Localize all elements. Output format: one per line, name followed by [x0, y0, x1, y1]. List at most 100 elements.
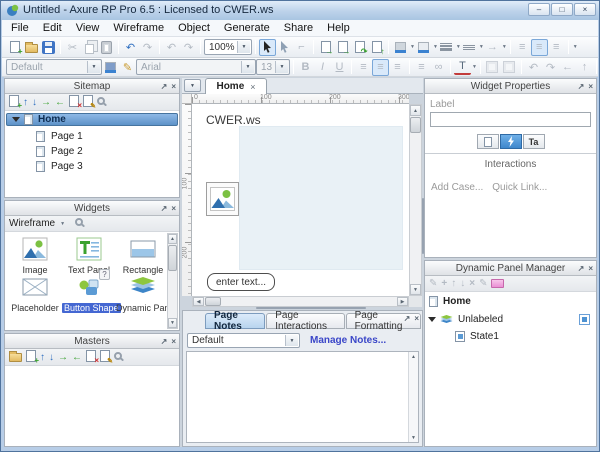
interactions-tab-icon[interactable] [500, 134, 522, 149]
edit-master-icon[interactable]: ✎ [100, 350, 110, 365]
font-size-caret-icon[interactable]: ▼ [275, 61, 288, 73]
sitemap-popout-icon[interactable]: ↗ [161, 82, 168, 91]
notes-popout-icon[interactable]: ↗ [404, 314, 411, 323]
properties-popout-icon[interactable]: ↗ [578, 82, 585, 91]
zoom-out-icon[interactable] [501, 59, 518, 76]
indent-page-icon[interactable]: → [41, 97, 51, 108]
font-select[interactable]: Arial ▼ [136, 59, 256, 75]
scroll-left-icon[interactable]: ◀ [193, 297, 204, 306]
notes-scrollbar[interactable]: ▲ ▼ [408, 352, 418, 442]
move-master-down-icon[interactable]: ↓ [49, 352, 54, 363]
scrollbar-thumb[interactable] [205, 297, 221, 306]
sitemap-item-page3[interactable]: Page 3 [5, 160, 179, 173]
masters-close-icon[interactable]: × [171, 337, 176, 346]
dpm-edit-icon[interactable]: ✎ [429, 278, 437, 289]
canvas-hscrollbar[interactable]: ◀ ▶ [192, 296, 409, 307]
generate-specification-icon[interactable]: → [334, 39, 351, 56]
page-notes-textarea[interactable]: ▲ ▼ [186, 351, 419, 443]
z-order-middle-icon[interactable]: ≡ [531, 39, 548, 56]
dpm-rename-icon[interactable]: ✎ [479, 278, 487, 289]
style-caret-icon[interactable]: ▼ [87, 61, 100, 73]
italic-icon[interactable]: I [314, 59, 331, 76]
sitemap-close-icon[interactable]: × [171, 82, 176, 91]
z-order-back-icon[interactable]: ≡ [548, 39, 565, 56]
scroll-up-icon[interactable]: ▲ [409, 352, 418, 361]
horizontal-splitter[interactable] [256, 307, 366, 309]
design-canvas[interactable]: CWER.ws enter text... [192, 104, 409, 296]
widgets-popout-icon[interactable]: ↗ [161, 204, 168, 213]
paste-icon[interactable] [98, 39, 115, 56]
minimize-all-panels-icon[interactable] [491, 279, 504, 288]
style-select[interactable]: Default ▼ [6, 59, 102, 75]
menu-view[interactable]: View [69, 20, 107, 36]
delete-master-icon[interactable]: × [86, 350, 96, 365]
dpm-add-state-icon[interactable]: + [441, 278, 447, 289]
dpm-item-home[interactable]: Home [425, 295, 596, 308]
canvas-dynamic-panel[interactable] [239, 126, 403, 270]
cut-icon[interactable]: ✂ [64, 39, 81, 56]
widgets-scrollbar[interactable]: ▲ ▼ [167, 233, 178, 329]
widget-item-image[interactable]: Image [8, 237, 62, 276]
scroll-up-icon[interactable]: ▲ [410, 105, 421, 116]
delete-page-icon[interactable]: × [69, 95, 79, 110]
outdent-page-icon[interactable]: ← [55, 97, 65, 108]
scrollbar-thumb[interactable] [410, 117, 421, 133]
scroll-up-icon[interactable]: ▲ [168, 234, 177, 244]
bold-icon[interactable]: B [297, 59, 314, 76]
zoom-caret-icon[interactable]: ▼ [237, 41, 250, 53]
add-page-icon[interactable]: + [9, 95, 19, 110]
ungroup-icon[interactable]: ↷ [180, 39, 197, 56]
dpm-item-unlabeled[interactable]: Unlabeled [425, 312, 596, 327]
zoom-in-icon[interactable] [484, 59, 501, 76]
tab-list-dropdown-icon[interactable]: ▼ [184, 79, 201, 92]
masters-popout-icon[interactable]: ↗ [161, 337, 168, 346]
add-case-link[interactable]: Add Case... [431, 182, 483, 193]
notes-close-icon[interactable]: × [414, 314, 419, 323]
redo-icon[interactable]: ↷ [139, 39, 156, 56]
manage-notes-link[interactable]: Manage Notes... [310, 335, 386, 346]
rotate-right-icon[interactable]: ↷ [542, 59, 559, 76]
canvas-heading-text[interactable]: CWER.ws [206, 113, 261, 127]
text-color-icon[interactable]: T [454, 60, 471, 75]
widget-label-input[interactable] [430, 112, 591, 127]
tab-page-notes[interactable]: Page Notes [205, 313, 265, 329]
close-button-icon[interactable]: × [574, 3, 596, 16]
new-file-icon[interactable]: + [6, 39, 23, 56]
quick-link-link[interactable]: Quick Link... [492, 182, 547, 193]
generate-word-icon[interactable]: ↷ [351, 39, 368, 56]
tab-page-interactions[interactable]: Page Interactions [266, 313, 344, 329]
scroll-down-icon[interactable]: ▼ [168, 318, 177, 328]
style-editor-icon[interactable] [102, 59, 119, 76]
sitemap-search-icon[interactable] [97, 97, 105, 108]
note-set-select[interactable]: Default ▼ [187, 333, 300, 348]
dpm-close-icon[interactable]: × [588, 264, 593, 273]
add-master-folder-icon[interactable] [9, 350, 22, 365]
undo-icon[interactable]: ↶ [122, 39, 139, 56]
open-file-icon[interactable] [23, 39, 40, 56]
expand-triangle-icon[interactable] [428, 317, 436, 322]
outdent-master-icon[interactable]: ← [72, 352, 82, 363]
widget-item-button-shape[interactable]: Button Shape [62, 275, 116, 314]
dpm-move-down-icon[interactable]: ↓ [460, 278, 465, 289]
scroll-down-icon[interactable]: ▼ [409, 433, 418, 442]
sitemap-item-page1[interactable]: Page 1 [5, 130, 179, 143]
tab-home[interactable]: Home × [205, 78, 267, 94]
canvas-button-widget[interactable]: enter text... [207, 273, 275, 291]
masters-search-icon[interactable] [114, 352, 122, 363]
widget-item-rectangle[interactable]: Rectangle [116, 237, 170, 276]
edit-page-icon[interactable]: ✎ [83, 95, 93, 110]
arrow-style-caret-icon[interactable]: ▼ [502, 44, 507, 50]
menu-wireframe[interactable]: Wireframe [106, 20, 171, 36]
font-caret-icon[interactable]: ▼ [241, 61, 254, 73]
line-color-icon[interactable] [415, 39, 432, 56]
move-page-up-icon[interactable]: ↑ [23, 97, 28, 108]
indent-master-icon[interactable]: → [58, 352, 68, 363]
flip-horizontal-icon[interactable]: ← [559, 59, 576, 76]
move-master-up-icon[interactable]: ↑ [40, 352, 45, 363]
library-caret-icon[interactable]: ▼ [60, 221, 65, 227]
bullet-list-icon[interactable]: ≡ [413, 59, 430, 76]
generate-prototype-icon[interactable]: → [317, 39, 334, 56]
rotate-left-icon[interactable]: ↶ [525, 59, 542, 76]
minimize-button-icon[interactable]: – [528, 3, 550, 16]
maximize-button-icon[interactable]: □ [551, 3, 573, 16]
